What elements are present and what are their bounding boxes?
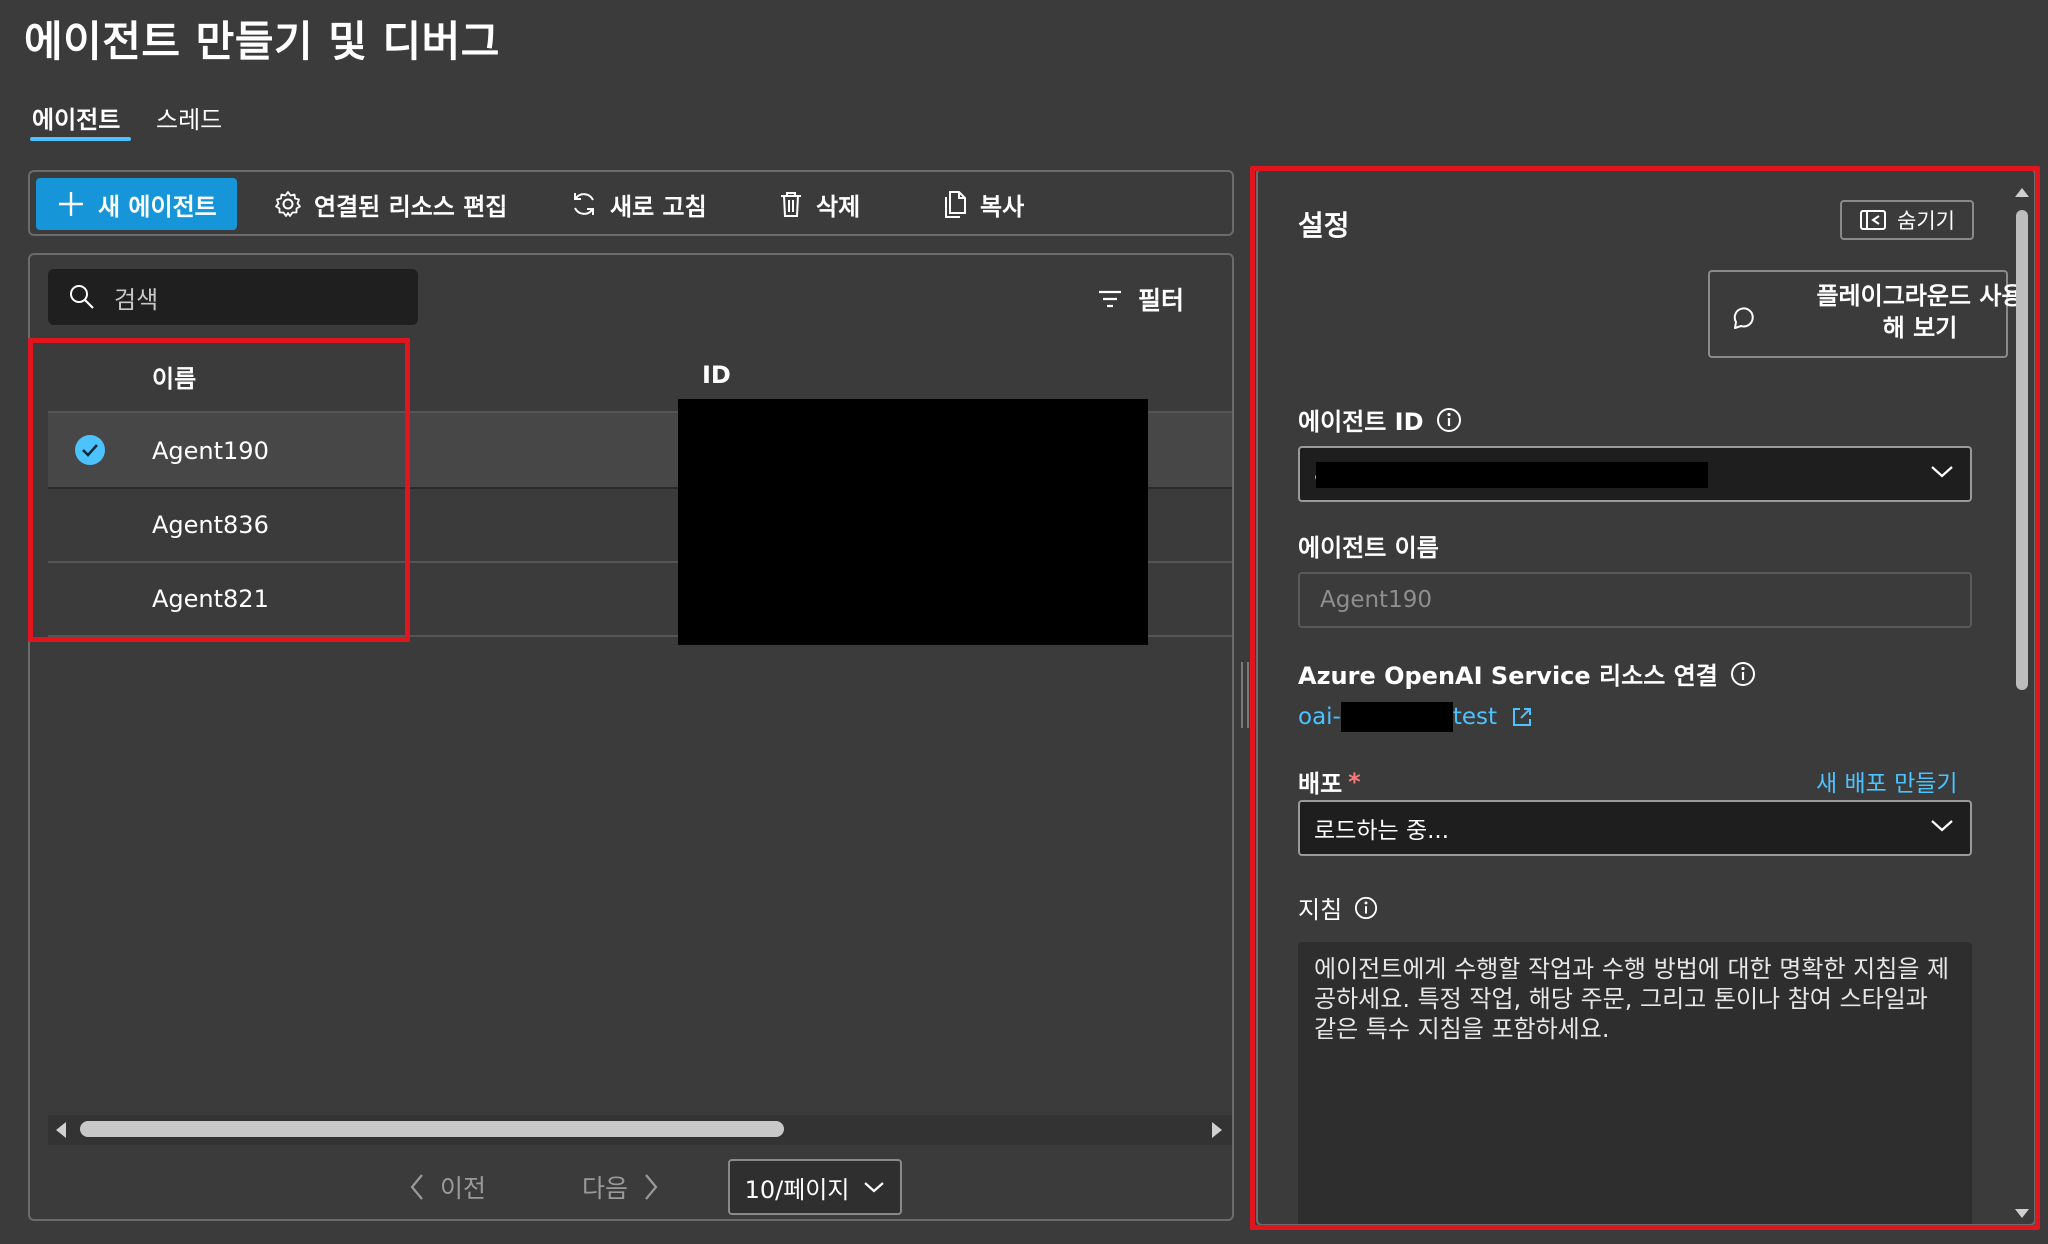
horizontal-scroll-thumb[interactable]	[80, 1121, 784, 1137]
filter-label: 필터	[1137, 286, 1184, 315]
prev-page-label: 이전	[440, 1174, 487, 1203]
column-header-id[interactable]: ID	[702, 361, 731, 389]
refresh-icon	[574, 193, 594, 215]
prev-page-button[interactable]: 이전	[408, 1169, 486, 1205]
new-agent-button[interactable]: 새 에이전트	[36, 178, 237, 230]
chevron-left-icon	[410, 1174, 423, 1200]
refresh-label: 새로 고침	[610, 192, 707, 221]
new-agent-label: 새 에이전트	[98, 192, 217, 221]
next-page-button[interactable]: 다음	[582, 1169, 660, 1205]
copy-button[interactable]: 복사	[942, 178, 1024, 230]
highlight-settings-panel	[1250, 166, 2040, 1230]
tab-threads[interactable]: 스레드	[156, 100, 222, 135]
delete-button[interactable]: 삭제	[778, 178, 860, 230]
delete-label: 삭제	[816, 192, 861, 221]
chevron-down-icon	[864, 1182, 885, 1193]
scroll-right-icon[interactable]	[1210, 1121, 1224, 1139]
page-size-value: 10/페이지	[744, 1175, 850, 1204]
active-tab-indicator	[30, 137, 131, 141]
panel-splitter-handle[interactable]	[1240, 660, 1250, 730]
search-icon	[70, 285, 94, 309]
redacted-id-block	[678, 399, 1148, 645]
page-title: 에이전트 만들기 및 디버그	[24, 17, 500, 66]
toolbar: 새 에이전트 연결된 리소스 편집 새로 고침 삭제 복사	[28, 170, 1234, 236]
refresh-button[interactable]: 새로 고침	[570, 178, 707, 230]
edit-connected-resources-button[interactable]: 연결된 리소스 편집	[274, 178, 507, 230]
chevron-right-icon	[645, 1174, 658, 1200]
edit-connected-resources-label: 연결된 리소스 편집	[314, 192, 508, 221]
gear-icon	[275, 191, 301, 217]
filter-icon	[1098, 290, 1121, 308]
tab-agents[interactable]: 에이전트	[32, 100, 120, 135]
copy-icon	[945, 191, 966, 218]
plus-icon	[59, 192, 83, 216]
trash-icon	[781, 192, 801, 217]
page-size-dropdown[interactable]: 10/페이지	[728, 1159, 902, 1215]
scroll-left-icon[interactable]	[54, 1121, 68, 1139]
next-page-label: 다음	[582, 1174, 629, 1203]
search-placeholder: 검색	[114, 285, 159, 314]
filter-button[interactable]: 필터	[1096, 281, 1184, 317]
highlight-name-column	[28, 338, 410, 642]
copy-label: 복사	[980, 192, 1025, 221]
search-input[interactable]: 검색	[48, 269, 418, 325]
